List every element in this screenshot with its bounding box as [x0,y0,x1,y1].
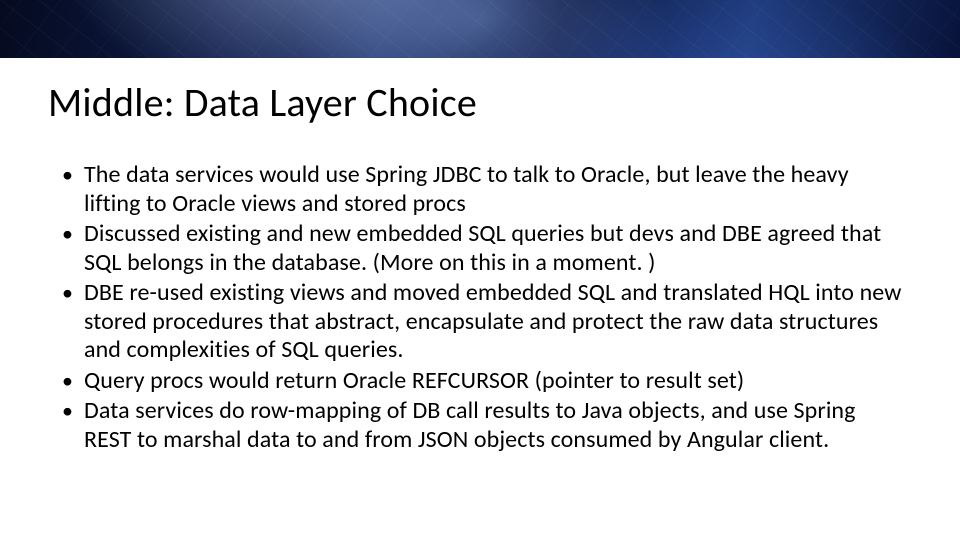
bullet-item: DBE re-used existing views and moved emb… [58,279,902,365]
bullet-item: Query procs would return Oracle REFCURSO… [58,367,902,396]
bullet-list: The data services would use Spring JDBC … [58,161,902,454]
bullet-item: Data services do row-mapping of DB call … [58,397,902,454]
slide-title: Middle: Data Layer Choice [48,78,960,127]
slide-body: The data services would use Spring JDBC … [58,161,902,454]
decorative-banner [0,0,960,58]
bullet-item: The data services would use Spring JDBC … [58,161,902,218]
bullet-item: Discussed existing and new embedded SQL … [58,220,902,277]
